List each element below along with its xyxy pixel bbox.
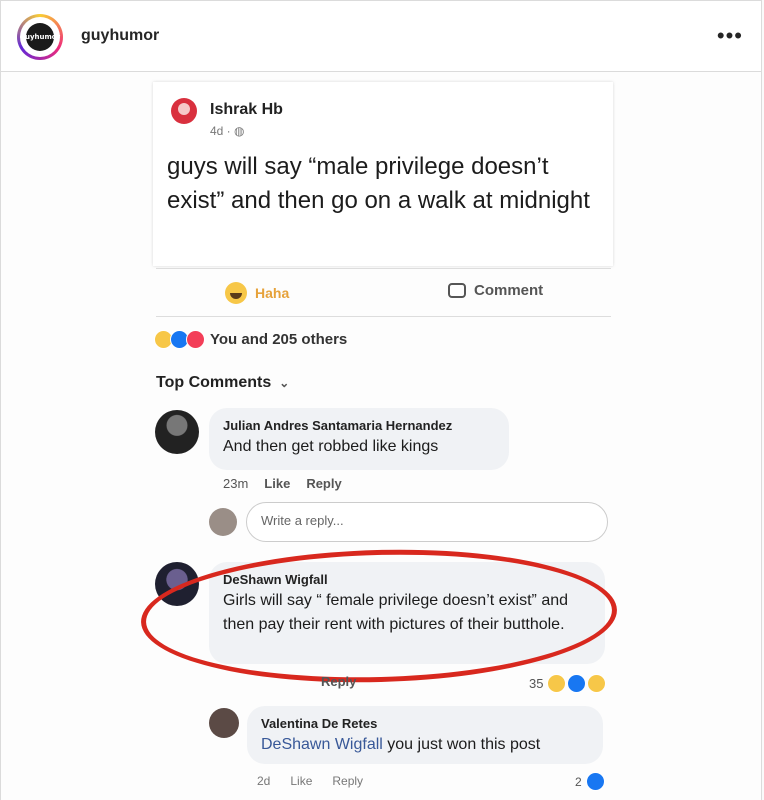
like-reaction-icon bbox=[567, 674, 587, 693]
account-avatar[interactable]: guyhumor bbox=[17, 14, 63, 60]
like-link: Like bbox=[264, 476, 291, 491]
reply-placeholder: Write a reply... bbox=[261, 513, 344, 528]
op-author-name: Ishrak Hb bbox=[210, 101, 283, 118]
reaction-count-number: 2 bbox=[575, 774, 582, 789]
post-header: guyhumor guyhumor ••• bbox=[0, 0, 762, 72]
comment-bubble: Valentina De Retes DeShawn Wigfall you j… bbox=[247, 706, 603, 764]
top-comments-text: Top Comments bbox=[156, 374, 272, 391]
like-reaction-icon bbox=[585, 772, 605, 791]
reply-link: Reply bbox=[321, 674, 357, 689]
commenter-avatar bbox=[209, 708, 239, 738]
haha-emoji-icon bbox=[225, 282, 247, 304]
comment-meta: 23m Like Reply bbox=[223, 476, 342, 491]
globe-icon: ◍ bbox=[234, 124, 245, 138]
comment-label: Comment bbox=[474, 282, 544, 299]
comment-time: 23m bbox=[223, 476, 249, 491]
post-image: Ishrak Hb 4d · ◍ guys will say “male pri… bbox=[0, 72, 762, 800]
haha-reaction-icon bbox=[547, 674, 567, 693]
write-reply-field: Write a reply... bbox=[246, 502, 608, 542]
shared-post-card: Ishrak Hb 4d · ◍ guys will say “male pri… bbox=[153, 82, 613, 266]
op-time-text: 4d · bbox=[210, 124, 235, 138]
op-post-text: guys will say “male privilege doesn’t ex… bbox=[167, 153, 590, 214]
comment-bubble: Julian Andres Santamaria Hernandez And t… bbox=[209, 408, 509, 470]
mention-link: DeShawn Wigfall bbox=[261, 736, 383, 753]
reaction-count: 2 bbox=[575, 772, 605, 791]
comment-text: DeShawn Wigfall you just won this post bbox=[261, 733, 589, 757]
haha-label: Haha bbox=[255, 285, 290, 301]
comment-text: And then get robbed like kings bbox=[223, 438, 439, 455]
love-reaction-icon bbox=[186, 330, 205, 349]
comment-body: you just won this post bbox=[382, 736, 541, 753]
comment-author: Valentina De Retes bbox=[261, 716, 378, 731]
more-dots-icon[interactable]: ••• bbox=[717, 23, 743, 49]
like-link: Like bbox=[290, 774, 313, 788]
top-comments-label: Top Comments ⌄ bbox=[156, 374, 289, 392]
reactions-count-text: You and 205 others bbox=[210, 331, 348, 348]
reaction-count: 35 bbox=[529, 674, 607, 693]
divider bbox=[156, 268, 611, 269]
guyhumor-logo-icon: guyhumor bbox=[20, 23, 60, 51]
reply-avatar bbox=[209, 508, 237, 536]
red-highlight-circle bbox=[139, 543, 619, 689]
divider bbox=[156, 316, 611, 317]
reactions-summary: You and 205 others bbox=[154, 330, 347, 349]
comment-author: Julian Andres Santamaria Hernandez bbox=[223, 418, 453, 433]
comment-time: 2d bbox=[257, 774, 271, 788]
comment-bubble-icon bbox=[448, 283, 466, 298]
op-timestamp: 4d · ◍ bbox=[210, 124, 245, 138]
account-username[interactable]: guyhumor bbox=[81, 27, 159, 45]
wow-reaction-icon bbox=[587, 674, 607, 693]
comment-meta: 2d Like Reply bbox=[257, 774, 363, 788]
comment-meta: Reply bbox=[321, 674, 356, 689]
chevron-down-icon: ⌄ bbox=[279, 376, 290, 390]
haha-action: Haha bbox=[225, 282, 289, 304]
commenter-avatar bbox=[155, 410, 199, 454]
reaction-count-number: 35 bbox=[529, 676, 544, 691]
op-avatar bbox=[171, 98, 197, 124]
reply-link: Reply bbox=[332, 774, 364, 788]
comment-action: Comment bbox=[448, 282, 543, 299]
reply-link: Reply bbox=[306, 476, 342, 491]
